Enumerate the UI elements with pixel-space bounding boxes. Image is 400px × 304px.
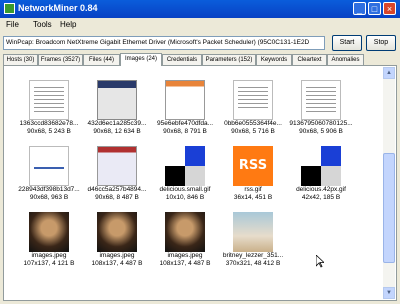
scroll-thumb[interactable] [383, 153, 395, 263]
scroll-up-icon[interactable]: ▲ [383, 67, 395, 79]
image-name: 0bb6e0555364f4e... [224, 120, 282, 127]
image-dims: 90x68, 8 487 B [95, 194, 139, 201]
image-name: d46cc5a257b4894... [87, 186, 147, 193]
image-name: delicious.42px.gif [296, 186, 346, 193]
image-thumbnail [165, 80, 205, 120]
image-thumbnail [97, 146, 137, 186]
tab-anomalies[interactable]: Anomalies [327, 54, 364, 65]
images-panel: 1363ccd83682e78... 90x68, 5 243 B 432d6e… [3, 65, 397, 301]
minimize-button[interactable]: _ [353, 2, 366, 15]
stop-button[interactable]: Stop [366, 35, 396, 51]
image-dims: 370x321, 48 412 B [225, 260, 281, 267]
image-name: 9136795060780125... [289, 120, 353, 127]
tab-parameters[interactable]: Parameters (152) [202, 54, 256, 65]
tab-keywords[interactable]: Keywords [256, 54, 292, 65]
image-dims: 90x68, 5 243 B [27, 128, 71, 135]
image-item[interactable]: images.jpeg 108x137, 4 487 B [84, 212, 150, 268]
adapter-select[interactable]: WinPcap: Broadcom NetXtreme Gigabit Ethe… [3, 36, 325, 50]
mouse-cursor-icon [316, 255, 324, 268]
image-dims: 10x10, 846 B [165, 194, 205, 201]
image-item[interactable]: 95e6ebfe470dfda... 90x68, 8 791 B [152, 80, 218, 136]
title-bar: NetworkMiner 0.84 _ □ × [0, 0, 400, 18]
vertical-scrollbar[interactable]: ▲ ▼ [383, 67, 395, 299]
image-thumbnail [97, 212, 137, 252]
image-item[interactable]: 9136795060780125... 90x68, 5 906 B [288, 80, 354, 136]
close-button[interactable]: × [383, 2, 396, 15]
image-dims: 90x68, 8 791 B [163, 128, 207, 135]
image-dims: 90x68, 12 634 B [93, 128, 141, 135]
image-item[interactable]: delicious.42px.gif 42x42, 185 B [288, 146, 354, 202]
image-item[interactable]: 228943df398b13d7... 90x68, 963 B [16, 146, 82, 202]
tab-cleartext[interactable]: Cleartext [292, 54, 327, 65]
image-item[interactable]: 1363ccd83682e78... 90x68, 5 243 B [16, 80, 82, 136]
image-name: britney_lezzer_351... [222, 252, 284, 259]
delicious-logo-thumbnail [165, 146, 205, 186]
tab-files[interactable]: Files (44) [83, 54, 120, 65]
scroll-down-icon[interactable]: ▼ [383, 287, 395, 299]
image-dims: 36x14, 451 B [233, 194, 273, 201]
window-title: NetworkMiner 0.84 [18, 3, 98, 13]
image-name: images.jpeg [99, 252, 135, 259]
image-thumbnail [233, 212, 273, 252]
image-item[interactable]: d46cc5a257b4894... 90x68, 8 487 B [84, 146, 150, 202]
image-thumbnail [29, 212, 69, 252]
maximize-button[interactable]: □ [368, 2, 381, 15]
image-thumbnail [29, 80, 69, 120]
image-item[interactable]: 0bb6e0555364f4e... 90x68, 5 716 B [220, 80, 286, 136]
image-item[interactable]: britney_lezzer_351... 370x321, 48 412 B [220, 212, 286, 268]
image-name: rss.gif [244, 186, 262, 193]
image-name: images.jpeg [31, 252, 67, 259]
image-dims: 90x68, 963 B [29, 194, 69, 201]
image-dims: 108x137, 4 487 B [159, 260, 211, 267]
image-name: 432d6ec1a285c39... [87, 120, 147, 127]
image-dims: 90x68, 5 716 B [231, 128, 275, 135]
image-name: delicious.small.gif [159, 186, 211, 193]
image-thumbnail [97, 80, 137, 120]
image-name: 228943df398b13d7... [18, 186, 80, 193]
image-thumbnail [301, 80, 341, 120]
tab-credentials[interactable]: Credentials [162, 54, 202, 65]
image-item[interactable]: images.jpeg 107x137, 4 121 B [16, 212, 82, 268]
image-name: images.jpeg [167, 252, 203, 259]
menu-help[interactable]: Help [60, 20, 76, 29]
menu-tools[interactable]: Tools [33, 20, 52, 29]
image-dims: 90x68, 5 906 B [299, 128, 343, 135]
tab-frames[interactable]: Frames (3527) [38, 54, 83, 65]
image-dims: 108x137, 4 487 B [91, 260, 143, 267]
image-name: 95e6ebfe470dfda... [156, 120, 214, 127]
rss-icon: RSS [233, 146, 273, 186]
adapter-row: WinPcap: Broadcom NetXtreme Gigabit Ethe… [0, 33, 400, 53]
image-item[interactable]: images.jpeg 108x137, 4 487 B [152, 212, 218, 268]
image-thumbnail [29, 146, 69, 186]
image-thumbnail [233, 80, 273, 120]
image-item[interactable]: 432d6ec1a285c39... 90x68, 12 634 B [84, 80, 150, 136]
app-icon [4, 3, 15, 14]
image-dims: 107x137, 4 121 B [23, 260, 75, 267]
image-item[interactable]: RSS rss.gif 36x14, 451 B [220, 146, 286, 202]
menu-bar: File Tools Help [0, 18, 400, 32]
image-item[interactable]: delicious.small.gif 10x10, 846 B [152, 146, 218, 202]
start-button[interactable]: Start [332, 35, 362, 51]
tab-hosts[interactable]: Hosts (30) [3, 54, 38, 65]
tab-images[interactable]: Images (24) [120, 53, 162, 66]
menu-file[interactable]: File [6, 20, 19, 29]
image-thumbnail [165, 212, 205, 252]
image-dims: 42x42, 185 B [301, 194, 341, 201]
image-name: 1363ccd83682e78... [19, 120, 79, 127]
delicious-logo-thumbnail [301, 146, 341, 186]
